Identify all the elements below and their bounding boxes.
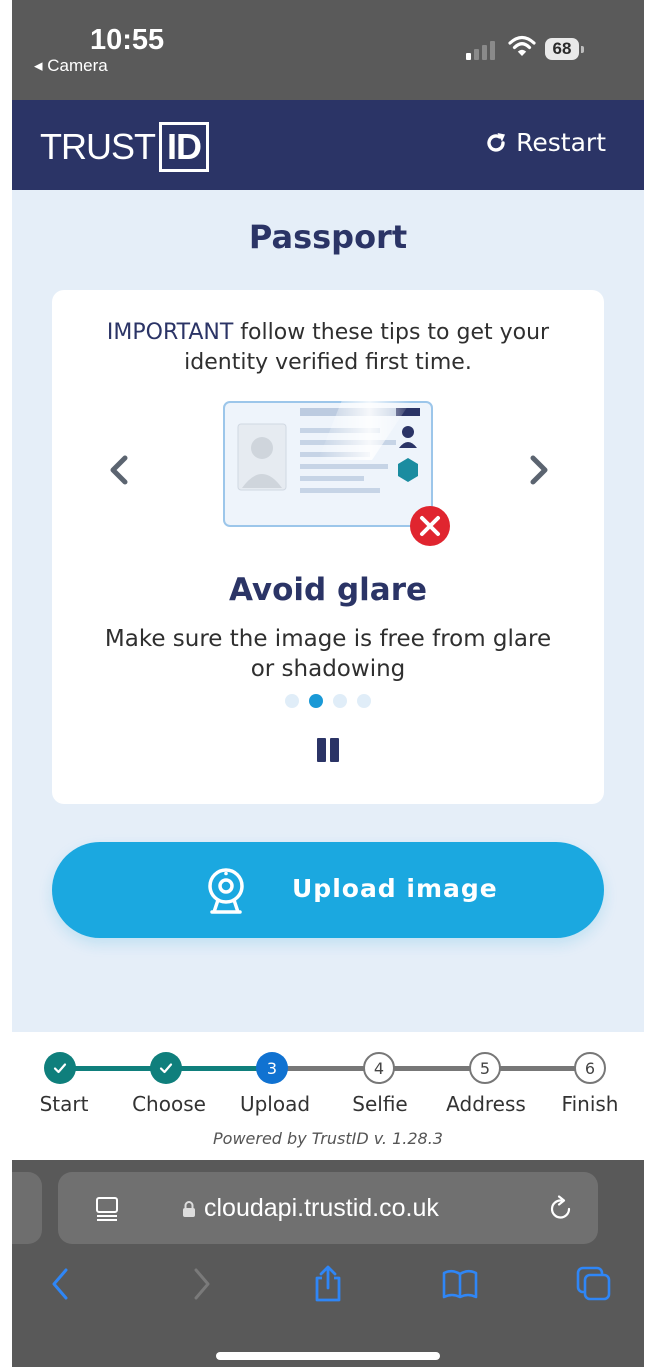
chevron-left-icon[interactable] bbox=[100, 450, 140, 490]
progress-stepper: 3 4 5 6 Start Choose Upload Selfie Addre… bbox=[12, 1032, 644, 1160]
app-header: TRUST ID Restart bbox=[12, 100, 644, 190]
share-icon[interactable] bbox=[308, 1264, 348, 1304]
error-x-icon bbox=[410, 506, 452, 548]
pause-icon[interactable] bbox=[317, 738, 339, 762]
check-icon bbox=[53, 1063, 67, 1074]
important-text: follow these tips to get your identity v… bbox=[184, 320, 550, 375]
main-content: Passport IMPORTANT follow these tips to … bbox=[12, 190, 644, 1032]
step-start-circle bbox=[44, 1052, 76, 1084]
restart-button[interactable]: Restart bbox=[484, 128, 606, 157]
phone-screen: 10:55 ◂ Camera 68 TRUST ID Restart Passp… bbox=[12, 0, 644, 1367]
carousel-dot-2[interactable] bbox=[309, 694, 323, 708]
tip-title: Avoid glare bbox=[228, 572, 428, 608]
tips-card: IMPORTANT follow these tips to get your … bbox=[52, 290, 604, 804]
carousel-dot-1[interactable] bbox=[285, 694, 299, 708]
important-label: IMPORTANT bbox=[106, 320, 234, 345]
trustid-logo: TRUST ID bbox=[40, 121, 209, 173]
lock-icon bbox=[183, 1200, 195, 1217]
home-indicator[interactable] bbox=[216, 1352, 440, 1360]
logo-id-box: ID bbox=[159, 122, 209, 172]
address-bar[interactable]: cloudapi.trustid.co.uk bbox=[58, 1172, 598, 1244]
step-finish-label: Finish bbox=[561, 1092, 619, 1116]
step-choose-circle bbox=[150, 1052, 182, 1084]
step-selfie-label: Selfie bbox=[352, 1092, 408, 1116]
page-title: Passport bbox=[248, 218, 408, 256]
step-selfie-circle: 4 bbox=[363, 1052, 395, 1084]
wifi-icon bbox=[508, 35, 536, 56]
bookmarks-icon[interactable] bbox=[440, 1264, 480, 1304]
url-text: cloudapi.trustid.co.uk bbox=[204, 1194, 439, 1222]
battery-tip bbox=[581, 46, 584, 53]
carousel-dots bbox=[52, 694, 604, 708]
restart-label: Restart bbox=[516, 128, 606, 157]
reload-icon[interactable] bbox=[548, 1194, 574, 1222]
back-icon[interactable] bbox=[42, 1264, 82, 1304]
restart-icon bbox=[487, 132, 506, 152]
step-start-label: Start bbox=[39, 1092, 89, 1116]
clock: 10:55 bbox=[90, 24, 165, 56]
carousel-dot-3[interactable] bbox=[333, 694, 347, 708]
browser-toolbar: cloudapi.trustid.co.uk bbox=[12, 1160, 644, 1367]
forward-icon[interactable] bbox=[180, 1264, 220, 1304]
important-note: IMPORTANT follow these tips to get your … bbox=[82, 318, 574, 378]
step-upload-label: Upload bbox=[239, 1092, 311, 1116]
upload-image-button[interactable]: Upload image bbox=[52, 842, 604, 938]
webcam-icon bbox=[208, 868, 244, 914]
previous-tab-edge[interactable] bbox=[12, 1172, 42, 1244]
stepper-line-todo bbox=[280, 1066, 590, 1071]
back-to-camera-link[interactable]: ◂ Camera bbox=[34, 56, 108, 76]
step-choose-label: Choose bbox=[132, 1092, 206, 1116]
step-finish-circle: 6 bbox=[574, 1052, 606, 1084]
carousel-dot-4[interactable] bbox=[357, 694, 371, 708]
tip-description: Make sure the image is free from glare o… bbox=[104, 626, 552, 682]
chevron-right-icon[interactable] bbox=[518, 450, 558, 490]
reader-icon[interactable] bbox=[94, 1196, 120, 1222]
status-bar: 10:55 ◂ Camera 68 bbox=[12, 0, 644, 100]
powered-by-text: Powered by TrustID v. 1.28.3 bbox=[213, 1129, 443, 1148]
battery-indicator: 68 bbox=[545, 38, 579, 60]
tabs-icon[interactable] bbox=[574, 1264, 614, 1304]
step-address-label: Address bbox=[446, 1092, 526, 1116]
upload-image-label: Upload image bbox=[292, 874, 498, 903]
logo-text: TRUST bbox=[40, 126, 156, 167]
step-address-circle: 5 bbox=[469, 1052, 501, 1084]
signal-icon bbox=[466, 41, 495, 60]
url-display[interactable]: cloudapi.trustid.co.uk bbox=[182, 1194, 439, 1223]
check-icon bbox=[159, 1063, 173, 1074]
step-upload-circle: 3 bbox=[256, 1052, 288, 1084]
